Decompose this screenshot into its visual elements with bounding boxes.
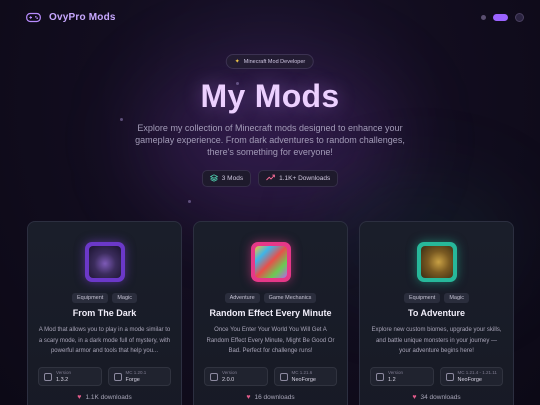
download-count: ♥ 34 downloads xyxy=(360,394,513,401)
heart-icon: ♥ xyxy=(77,394,82,401)
mod-description: Explore new custom biomes, upgrade your … xyxy=(371,327,502,354)
trending-up-icon xyxy=(266,174,275,183)
loader-name: NeoForge xyxy=(291,376,316,383)
mod-card-to-adventure[interactable]: Equipment Magic To Adventure Explore new… xyxy=(359,221,514,405)
developer-badge-label: Minecraft Mod Developer xyxy=(243,58,306,65)
loader-name: NeoForge xyxy=(457,376,482,383)
mod-title: To Adventure xyxy=(407,308,465,318)
tag: Adventure xyxy=(224,293,260,303)
stat-downloads: 1.1K+ Downloads xyxy=(258,170,339,187)
tag: Game Mechanics xyxy=(263,293,317,303)
download-count: ♥ 16 downloads xyxy=(194,394,347,401)
heart-icon: ♥ xyxy=(412,394,417,401)
tag: Magic xyxy=(112,293,137,303)
mod-thumbnail xyxy=(416,242,457,282)
mod-description: Once You Enter Your World You Will Get A… xyxy=(206,327,335,354)
brand-name: OvyPro Mods xyxy=(49,11,116,23)
decor-dot xyxy=(120,118,123,121)
layers-icon xyxy=(209,173,219,184)
mod-info: Version 1.3.2 MC 1.20.1 Forge xyxy=(38,367,171,386)
loader-box: MC 1.21.4 - 1.21.11 NeoForge xyxy=(439,367,503,386)
tag-list: Equipment Magic xyxy=(360,293,513,303)
tag: Equipment xyxy=(404,293,441,303)
stats-row: 3 Mods 1.1K+ Downloads xyxy=(0,170,540,187)
loader-name: Forge xyxy=(125,376,140,383)
download-count-label: 16 downloads xyxy=(254,394,295,401)
version-box: Version 2.0.0 xyxy=(204,367,268,386)
page-title: My Mods xyxy=(200,78,340,114)
mod-card-from-the-dark[interactable]: Equipment Magic From The Dark A Mod that… xyxy=(27,221,182,405)
version-value: 2.0.0 xyxy=(222,376,235,383)
tag: Equipment xyxy=(72,293,109,303)
gamepad-icon xyxy=(26,12,41,23)
mod-info: Version 2.0.0 MC 1.21.6 NeoForge xyxy=(204,367,337,386)
stat-mods: 3 Mods xyxy=(201,170,252,187)
cube-icon xyxy=(113,372,122,381)
moon-icon[interactable] xyxy=(515,12,524,22)
decor-dot xyxy=(188,200,191,203)
brand-link[interactable]: OvyPro Mods xyxy=(26,12,116,23)
download-count-label: 34 downloads xyxy=(420,394,461,401)
potion-grid-icon xyxy=(254,246,287,278)
cube-icon xyxy=(445,372,454,381)
crystal-icon xyxy=(88,246,121,278)
mod-thumbnail xyxy=(250,242,291,282)
stat-mods-label: 3 Mods xyxy=(221,175,244,182)
mod-description: A Mod that allows you to play in a mode … xyxy=(38,327,171,354)
version-value: 1.3.2 xyxy=(56,376,69,383)
heart-icon: ♥ xyxy=(246,394,251,401)
stat-downloads-label: 1.1K+ Downloads xyxy=(279,175,331,182)
nav-dot-icon[interactable] xyxy=(481,14,486,20)
mod-thumbnail xyxy=(84,242,125,282)
sparkle-icon: ✦ xyxy=(234,59,240,65)
mod-info: Version 1.2 MC 1.21.4 - 1.21.11 NeoForge xyxy=(370,367,503,386)
tag-list: Equipment Magic xyxy=(28,293,181,303)
download-count-label: 1.1K downloads xyxy=(85,394,132,401)
version-value: 1.2 xyxy=(388,376,396,383)
top-nav: OvyPro Mods xyxy=(0,0,540,34)
mod-title: From The Dark xyxy=(72,308,137,318)
version-box: Version 1.3.2 xyxy=(38,367,102,386)
version-box: Version 1.2 xyxy=(370,367,434,386)
compass-icon xyxy=(420,246,453,278)
developer-badge: ✦ Minecraft Mod Developer xyxy=(225,54,315,69)
mods-grid: Equipment Magic From The Dark A Mod that… xyxy=(27,221,514,405)
tag: Magic xyxy=(444,293,469,303)
cube-icon xyxy=(279,372,288,381)
hero-description: Explore my collection of Minecraft mods … xyxy=(135,123,405,157)
mod-title: Random Effect Every Minute xyxy=(209,308,332,318)
download-count: ♥ 1.1K downloads xyxy=(28,394,181,401)
mod-card-random-effect[interactable]: Adventure Game Mechanics Random Effect E… xyxy=(193,221,348,405)
loader-box: MC 1.21.6 NeoForge xyxy=(273,367,337,386)
calendar-icon xyxy=(210,372,218,381)
calendar-icon xyxy=(376,372,384,381)
theme-toggle[interactable] xyxy=(493,13,508,21)
calendar-icon xyxy=(44,372,52,381)
loader-box: MC 1.20.1 Forge xyxy=(107,367,171,386)
tag-list: Adventure Game Mechanics xyxy=(194,293,347,303)
